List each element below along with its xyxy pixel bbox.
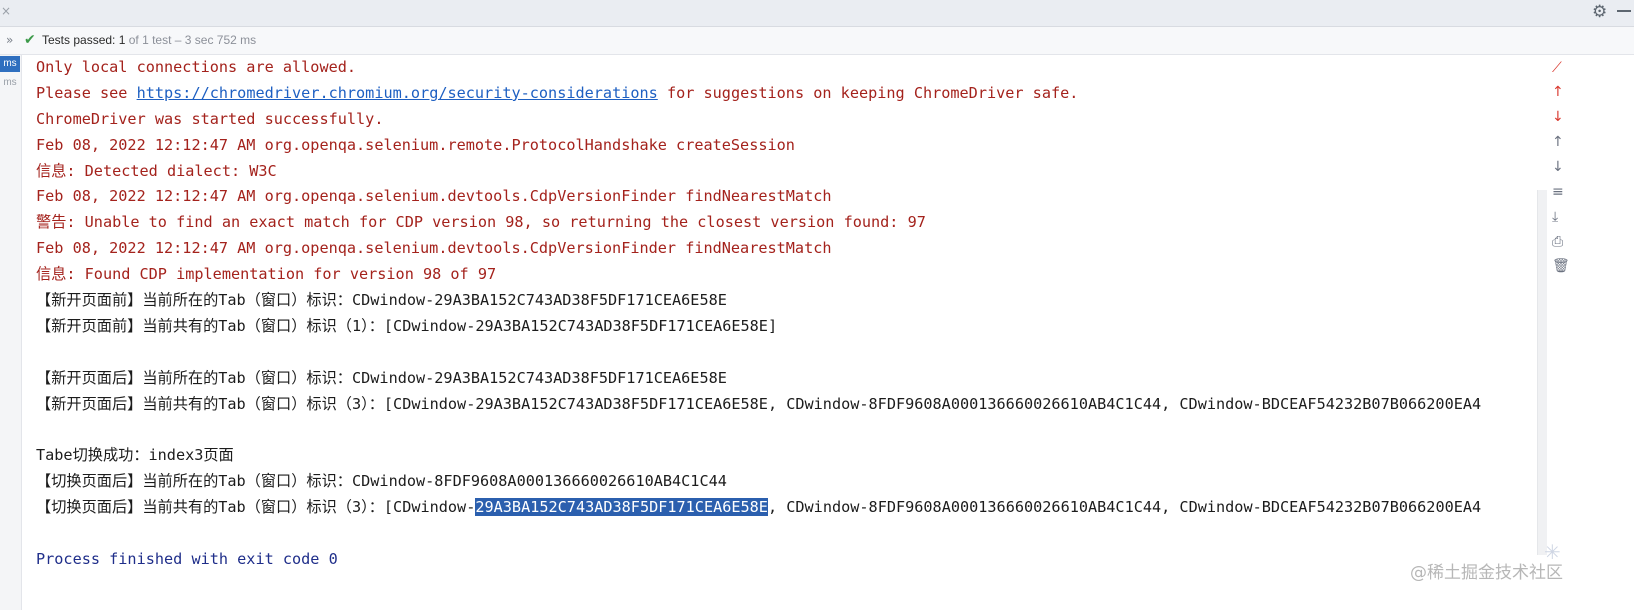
console-line: 【切换页面后】当前所在的Tab（窗口）标识：CDwindow-8FDF9608A… (36, 469, 1544, 495)
test-status-label: Tests passed: (42, 33, 119, 47)
soft-wrap-icon[interactable]: ≡ (1552, 182, 1572, 202)
console-line-text: 警告: Unable to find an exact match for CD… (36, 213, 926, 232)
console-line-text: Process finished with exit code 0 (36, 549, 338, 568)
console-line-text: 【新开页面后】当前所在的Tab（窗口）标识：CDwindow-29A3BA152… (36, 368, 727, 387)
console-line-suffix: for suggestions on keeping ChromeDriver … (657, 83, 1079, 102)
console-line-text: ChromeDriver was started successfully. (36, 109, 384, 128)
console-line-text: 【切换页面后】当前所在的Tab（窗口）标识：CDwindow-8FDF9608A… (36, 472, 727, 491)
console-line: ChromeDriver was started successfully. (36, 107, 1544, 133)
rerun-failed-icon[interactable]: ⟋ (1552, 58, 1572, 78)
console-line: 【切换页面后】当前共有的Tab（窗口）标识（3）：[CDwindow-29A3B… (36, 495, 1544, 521)
security-link[interactable]: https://chromedriver.chromium.org/securi… (137, 84, 658, 102)
test-duration-badge[interactable]: ms (0, 76, 20, 90)
console-line: 警告: Unable to find an exact match for CD… (36, 210, 1544, 236)
console-line-text: 【新开页面前】当前共有的Tab（窗口）标识（1）：[CDwindow-29A3B… (36, 316, 778, 335)
console-line-text: Feb 08, 2022 12:12:47 AM org.openqa.sele… (36, 135, 795, 154)
console-scrollbar[interactable] (1537, 190, 1547, 555)
arrow-down-icon[interactable]: ↓ (1552, 157, 1572, 177)
scroll-to-end-icon[interactable]: ⤓ (1552, 207, 1572, 227)
console-line-text: Feb 08, 2022 12:12:47 AM org.openqa.sele… (36, 187, 832, 206)
console-line-text: Only local connections are allowed. (36, 58, 357, 76)
print-icon[interactable]: ⎙ (1552, 232, 1572, 252)
console-line: 信息: Detected dialect: W3C (36, 159, 1544, 185)
test-status-detail: of 1 test – 3 sec 752 ms (125, 33, 257, 47)
test-status-message: Tests passed: 1 of 1 test – 3 sec 752 ms (42, 27, 256, 54)
console-line-text: Feb 08, 2022 12:12:47 AM org.openqa.sele… (36, 239, 832, 258)
console-line: Tabe切换成功：index3页面 (36, 443, 1544, 469)
arrow-up-icon[interactable]: ↑ (1552, 132, 1572, 152)
console-line: 信息: Found CDP implementation for version… (36, 262, 1544, 288)
arrow-up-red-icon[interactable]: ↑ (1552, 82, 1572, 102)
trash-icon[interactable]: 🗑 (1552, 256, 1572, 276)
console-line-text: Tabe切换成功：index3页面 (36, 446, 234, 465)
console-line: Feb 08, 2022 12:12:47 AM org.openqa.sele… (36, 236, 1544, 262)
console-line-text: 信息: Detected dialect: W3C (36, 161, 277, 180)
console-line: 【新开页面前】当前共有的Tab（窗口）标识（1）：[CDwindow-29A3B… (36, 314, 1544, 340)
minus-icon[interactable] (1617, 10, 1631, 12)
close-tab-icon[interactable]: × (1, 4, 11, 18)
console-line-prefix: Please see (36, 83, 137, 102)
console-output[interactable]: Only local connections are allowed. Pleas… (36, 55, 1544, 610)
console-line: 【新开页面后】当前共有的Tab（窗口）标识（3）：[CDwindow-29A3B… (36, 392, 1544, 418)
console-line: 【新开页面前】当前所在的Tab（窗口）标识：CDwindow-29A3BA152… (36, 288, 1544, 314)
console-line: Only local connections are allowed. (36, 55, 1544, 81)
check-icon: ✔ (24, 32, 36, 48)
console-line-suffix: , CDwindow-8FDF9608A000136660026610AB4C1… (767, 498, 1482, 517)
console-line: Feb 08, 2022 12:12:47 AM org.openqa.sele… (36, 184, 1544, 210)
arrow-down-red-icon[interactable]: ↓ (1552, 107, 1572, 127)
console-line: Process finished with exit code 0 (36, 547, 1544, 573)
gear-icon[interactable]: ⚙ (1592, 2, 1607, 22)
console-line-text: 【新开页面前】当前所在的Tab（窗口）标识：CDwindow-29A3BA152… (36, 291, 727, 310)
selected-text[interactable]: 29A3BA152C743AD38F5DF171CEA6E58E (475, 498, 768, 517)
console-line-prefix: 【切换页面后】当前共有的Tab（窗口）标识（3）：[CDwindow- (36, 498, 476, 517)
console-line: Please see https://chromedriver.chromium… (36, 81, 1544, 107)
test-tree-gutter: ms ms (0, 55, 22, 610)
console-line-text: 信息: Found CDP implementation for version… (36, 265, 497, 284)
console-line: 【新开页面后】当前所在的Tab（窗口）标识：CDwindow-29A3BA152… (36, 366, 1544, 392)
expand-icon[interactable]: » (6, 27, 13, 54)
console-line-text: 【新开页面后】当前共有的Tab（窗口）标识（3）：[CDwindow-29A3B… (36, 394, 1482, 413)
watermark: @稀土掘金技术社区 (1410, 563, 1563, 583)
console-line: Feb 08, 2022 12:12:47 AM org.openqa.sele… (36, 133, 1544, 159)
test-status-bar: » ✔ Tests passed: 1 of 1 test – 3 sec 75… (0, 27, 1634, 55)
window-title-strip: × ⚙ (0, 0, 1634, 27)
test-duration-badge-active[interactable]: ms (0, 56, 20, 72)
